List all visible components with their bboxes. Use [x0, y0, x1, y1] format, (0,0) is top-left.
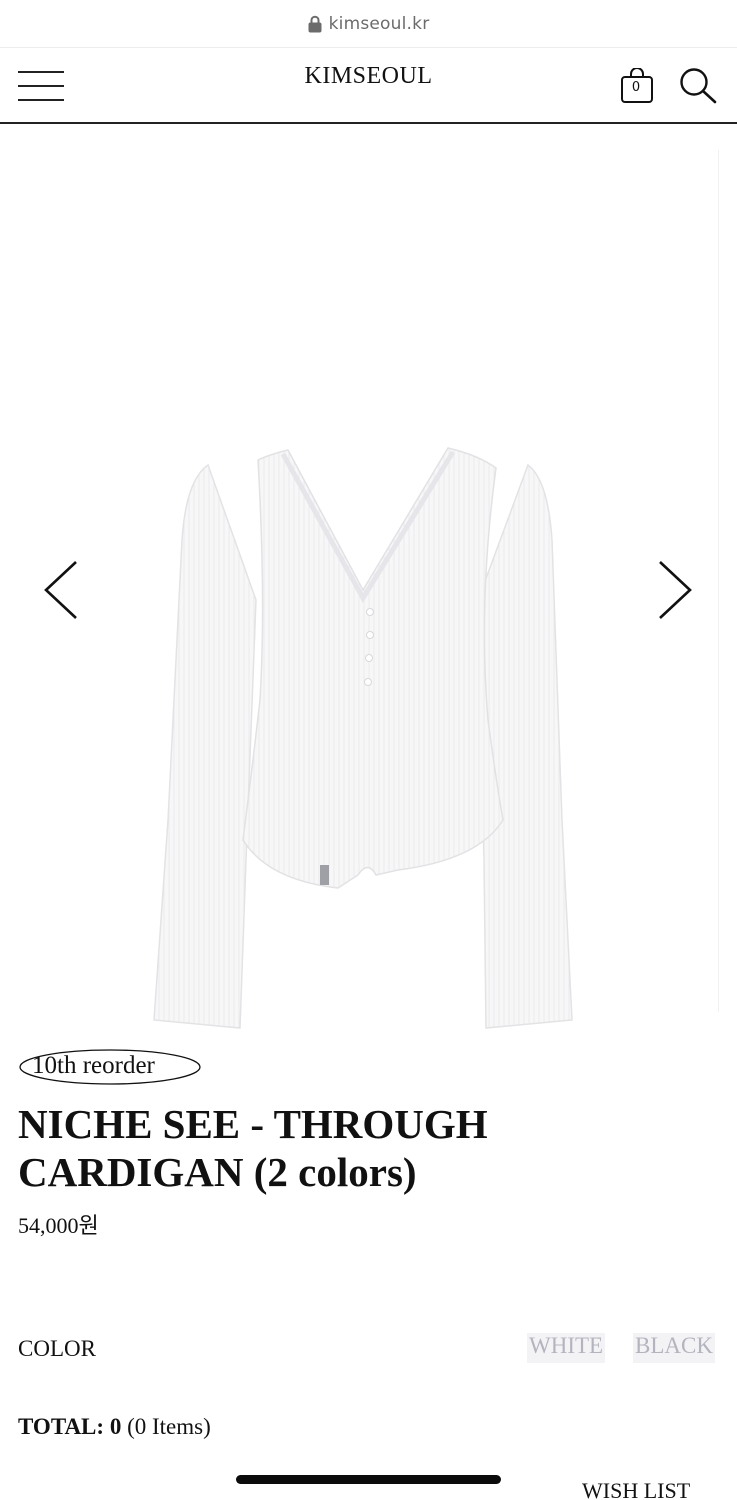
browser-url-bar[interactable]: kimseoul.kr: [0, 0, 737, 48]
badge-text: 10th reorder: [32, 1052, 155, 1079]
color-option-black[interactable]: BLACK: [633, 1333, 715, 1363]
reorder-badge: 10th reorder: [18, 1048, 201, 1086]
color-label: COLOR: [18, 1336, 96, 1361]
product-image-white-cardigan: [153, 447, 573, 1029]
product-image-gallery[interactable]: [18, 150, 719, 1029]
product-title: NICHE SEE - THROUGH CARDIGAN (2 colors): [18, 1101, 488, 1195]
home-indicator: [236, 1475, 501, 1484]
site-header: KIMSEOUL 0: [0, 49, 737, 124]
cart-button[interactable]: 0: [620, 67, 654, 104]
total-items: (0 Items): [127, 1414, 211, 1439]
order-total: TOTAL: 0 (0 Items): [18, 1414, 211, 1440]
total-value: 0: [109, 1414, 122, 1439]
url-text: kimseoul.kr: [328, 13, 430, 34]
cart-count: 0: [631, 80, 641, 95]
search-icon[interactable]: [679, 67, 717, 105]
total-label: TOTAL:: [18, 1414, 105, 1439]
lock-icon: [308, 15, 322, 32]
wish-list-button[interactable]: WISH LIST: [582, 1478, 690, 1500]
chevron-left-icon[interactable]: [38, 558, 86, 622]
chevron-right-icon[interactable]: [650, 558, 698, 622]
product-price: 54,000원: [18, 1213, 99, 1238]
color-option-white[interactable]: WHITE: [527, 1333, 606, 1363]
